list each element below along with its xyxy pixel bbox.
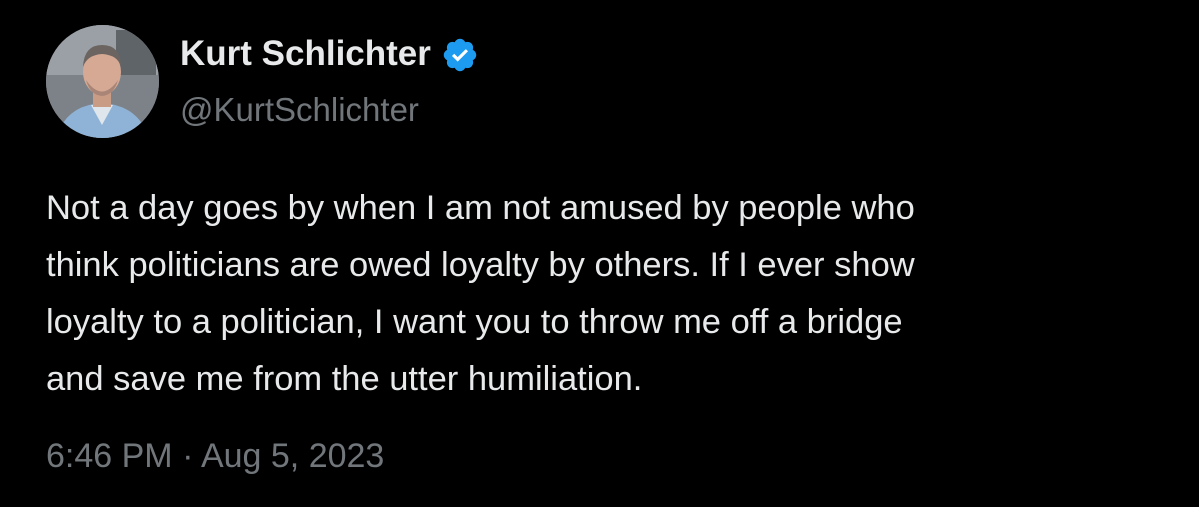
avatar-photo-icon [46, 25, 159, 138]
author-avatar[interactable] [46, 25, 159, 138]
tweet-text-line: and save me from the utter humiliation. [46, 360, 643, 398]
tweet-text-line: loyalty to a politician, I want you to t… [46, 303, 903, 341]
author-handle[interactable]: @KurtSchlichter [180, 91, 419, 129]
verified-badge-icon[interactable] [441, 36, 479, 74]
author-name-text[interactable]: Kurt Schlichter [180, 34, 431, 74]
author-name[interactable]: Kurt Schlichter [180, 34, 479, 74]
tweet-text-line: think politicians are owed loyalty by ot… [46, 246, 915, 284]
tweet-timestamp[interactable]: 6:46 PM · Aug 5, 2023 [46, 437, 384, 476]
tweet-text-line: Not a day goes by when I am not amused b… [46, 189, 915, 227]
tweet-card: Kurt Schlichter @KurtSchlichter Not a da… [0, 0, 1199, 507]
tweet-text: Not a day goes by when I am not amused b… [46, 180, 1176, 408]
